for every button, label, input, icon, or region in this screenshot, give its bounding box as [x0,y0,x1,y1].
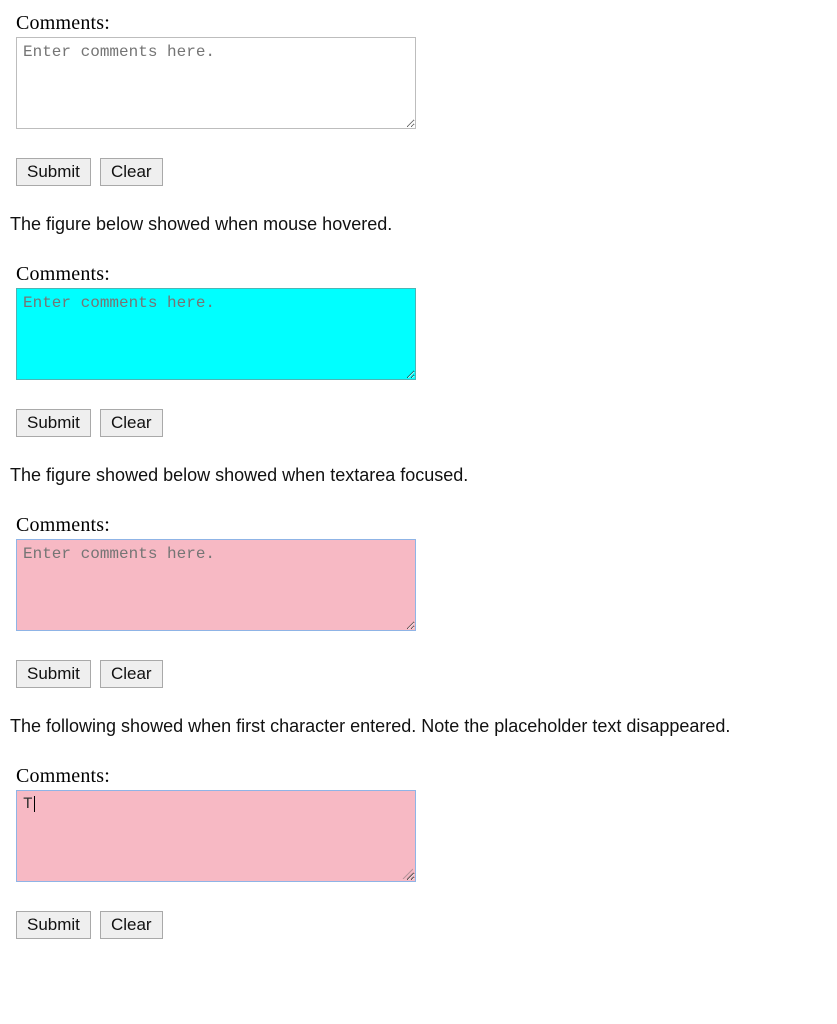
text-caret [34,796,35,812]
clear-button[interactable]: Clear [100,158,163,186]
caption-hover: The figure below showed when mouse hover… [10,214,827,235]
button-row: Submit Clear [16,911,827,939]
resize-handle-icon [401,867,413,879]
textarea-wrap: T [10,790,416,882]
caption-focus: The figure showed below showed when text… [10,465,827,486]
example-default: Comments: Submit Clear [10,12,827,186]
typed-char: T [23,796,33,812]
clear-button[interactable]: Clear [100,660,163,688]
comments-textarea-hover[interactable] [16,288,416,380]
textarea-wrap [10,539,416,631]
button-row: Submit Clear [16,158,827,186]
comments-textarea-focus[interactable] [16,539,416,631]
comments-textarea[interactable] [16,37,416,129]
textarea-wrap [10,288,416,380]
caption-typed: The following showed when first characte… [10,716,827,737]
comments-label: Comments: [16,12,827,35]
submit-button[interactable]: Submit [16,911,91,939]
example-typed: Comments: T Submit Clear [10,765,827,939]
submit-button[interactable]: Submit [16,158,91,186]
button-row: Submit Clear [16,660,827,688]
comments-label: Comments: [16,263,827,286]
textarea-wrap [10,37,416,129]
button-row: Submit Clear [16,409,827,437]
comments-label: Comments: [16,765,827,788]
clear-button[interactable]: Clear [100,911,163,939]
clear-button[interactable]: Clear [100,409,163,437]
example-focus: Comments: Submit Clear [10,514,827,688]
example-hover: Comments: Submit Clear [10,263,827,437]
submit-button[interactable]: Submit [16,660,91,688]
comments-textarea-typed[interactable]: T [16,790,416,882]
typed-text-line: T [23,795,409,813]
comments-label: Comments: [16,514,827,537]
submit-button[interactable]: Submit [16,409,91,437]
